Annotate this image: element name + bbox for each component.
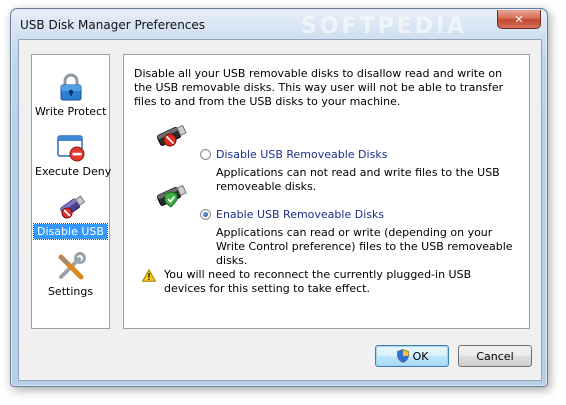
disable-usb-label[interactable]: Disable USB Removeable Disks [216,148,387,161]
warning-icon [142,269,156,282]
usb-drive-icon [59,195,85,219]
disable-usb-radio[interactable] [200,148,211,160]
sidebar-item-label: Write Protect [35,105,107,118]
settings-panel: Disable all your USB removable disks to … [123,54,530,329]
tools-icon [58,252,86,280]
sidebar-item-label: Execute Deny [35,165,112,178]
padlock-icon [60,73,81,101]
usb-enabled-icon [156,184,187,208]
title-bar[interactable]: USB Disk Manager Preferences SOFTPEDIA ✕ [11,9,547,39]
enable-usb-description: Applications can read or write (dependin… [216,226,513,267]
window-title: USB Disk Manager Preferences [20,18,206,32]
dialog-body: Write Protect Execute Deny Disable USB S… [18,39,542,381]
enable-usb-radio-row[interactable]: Enable USB Removeable Disks [200,207,384,221]
sidebar-item-settings[interactable]: Settings [32,251,109,299]
shield-icon [396,349,409,363]
window-deny-icon [56,135,84,162]
softpedia-watermark: SOFTPEDIA [301,14,468,39]
usb-disabled-icon [156,124,187,147]
ok-button[interactable]: OK [375,345,449,367]
sidebar-item-disable-usb[interactable]: Disable USB [32,191,109,240]
enable-usb-label[interactable]: Enable USB Removeable Disks [216,208,384,221]
disable-usb-description: Applications can not read and write file… [216,166,500,193]
radio-selected-dot [203,211,208,217]
cancel-button-label: Cancel [476,349,514,363]
sidebar-item-write-protect[interactable]: Write Protect [32,71,109,119]
close-button[interactable]: ✕ [497,10,541,29]
ok-button-label: OK [412,349,429,363]
sidebar-item-label: Disable USB [33,223,108,240]
cancel-button[interactable]: Cancel [458,345,532,367]
warning-text: You will need to reconnect the currently… [164,268,472,295]
panel-description: Disable all your USB removable disks to … [134,67,504,108]
category-sidebar: Write Protect Execute Deny Disable USB S… [31,54,111,329]
close-icon: ✕ [514,12,524,26]
enable-usb-radio[interactable] [200,208,211,220]
reconnect-warning: You will need to reconnect the currently… [142,268,509,296]
disable-usb-radio-row[interactable]: Disable USB Removeable Disks [200,147,387,161]
sidebar-item-label: Settings [47,285,94,298]
preferences-window: USB Disk Manager Preferences SOFTPEDIA ✕… [10,8,548,387]
sidebar-item-execute-deny[interactable]: Execute Deny [32,131,111,179]
